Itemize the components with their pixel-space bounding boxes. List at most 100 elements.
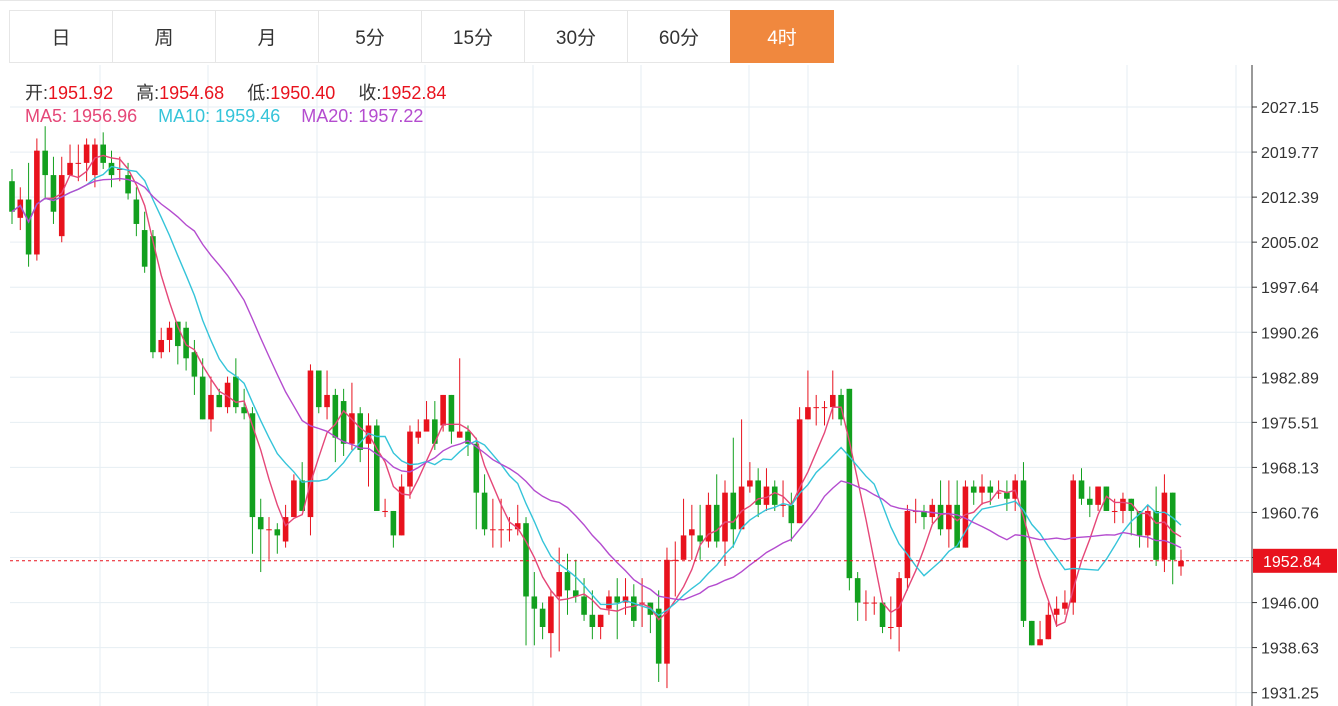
- candle-body: [689, 529, 695, 536]
- ma10-label: MA10:: [158, 106, 211, 126]
- candle-body: [506, 529, 513, 531]
- chart-grid: [10, 65, 1252, 706]
- candle-body: [481, 492, 488, 530]
- candle-body: [50, 175, 57, 212]
- candle-body: [631, 596, 637, 621]
- ma20-label: MA20:: [301, 106, 354, 126]
- candle-body: [423, 419, 430, 432]
- candle-body: [307, 370, 314, 518]
- candle-body: [315, 370, 322, 408]
- candle-body: [539, 608, 546, 628]
- candle-body: [564, 572, 571, 591]
- candle-body: [415, 431, 422, 438]
- close-label: 收:: [358, 83, 382, 103]
- candle-body: [42, 150, 48, 176]
- candle-body: [324, 394, 330, 408]
- candle-body: [133, 199, 140, 224]
- candle-body: [208, 394, 214, 420]
- ma10-line: [11, 165, 1182, 617]
- candle-body: [382, 510, 388, 512]
- candle-body: [67, 162, 73, 176]
- candle-body: [581, 596, 587, 615]
- candle-body: [183, 327, 189, 359]
- y-tick-label: 1931.25: [1261, 686, 1319, 703]
- candle-body: [100, 144, 106, 163]
- high-label: 高:: [136, 83, 160, 103]
- ohlc-readout: 开:1951.92 高:1954.68 低:1950.40 收:1952.84: [25, 79, 464, 105]
- candle-body: [1095, 486, 1101, 505]
- candle-body: [166, 327, 173, 340]
- price-axis: 2027.15 2019.77 2012.39 2005.02 1997.64 1990.…: [10, 65, 1337, 706]
- candle-body: [771, 486, 778, 505]
- y-tick-label: 2019.77: [1261, 145, 1319, 162]
- candle-body: [614, 596, 621, 603]
- candle-body: [25, 199, 32, 255]
- candle-body: [141, 230, 148, 267]
- candle-body: [440, 394, 446, 426]
- candle-body: [1004, 492, 1010, 499]
- y-tick-label: 1960.76: [1261, 505, 1319, 522]
- candle-body: [199, 376, 206, 420]
- candle-body: [730, 492, 737, 530]
- candle-body: [970, 486, 977, 493]
- candle-body: [1045, 614, 1052, 640]
- candle-body: [904, 510, 911, 579]
- candle-body: [1037, 639, 1043, 646]
- candle-body: [125, 175, 131, 194]
- candle-body: [680, 535, 687, 560]
- candle-body: [929, 504, 936, 518]
- candle-body: [158, 339, 165, 353]
- candle-body: [854, 578, 861, 603]
- candle-body: [722, 492, 728, 542]
- candle-body: [1120, 498, 1126, 511]
- candle-body: [523, 523, 529, 597]
- candle-body: [274, 529, 281, 536]
- candle-body: [1020, 480, 1027, 621]
- candle-body: [373, 425, 380, 511]
- candle-body: [291, 480, 297, 518]
- candle-body: [340, 401, 347, 444]
- y-tick-label: 1946.00: [1261, 596, 1319, 613]
- candle-body: [1161, 492, 1168, 560]
- candle-body: [606, 596, 612, 609]
- candle-body: [456, 431, 463, 438]
- candle-body: [788, 504, 795, 524]
- candle-body: [1028, 620, 1035, 646]
- candle-body: [1087, 498, 1093, 505]
- candle-body: [390, 510, 397, 536]
- ma-readout: MA5: 1956.96 MA10: 1959.46 MA20: 1957.22: [25, 106, 423, 127]
- candle-body: [871, 602, 878, 604]
- candle-body: [979, 486, 985, 493]
- candle-body: [9, 181, 15, 212]
- candle-body: [257, 517, 264, 530]
- ma20-value: 1957.22: [358, 106, 424, 126]
- ma5-label: MA5:: [25, 106, 68, 126]
- candle-body: [829, 394, 836, 408]
- y-tick-label: 1997.64: [1261, 280, 1319, 297]
- candle-body: [597, 614, 604, 628]
- low-value: 1950.40: [270, 83, 336, 103]
- open-label: 开:: [25, 83, 49, 103]
- candle-body: [1053, 608, 1060, 615]
- candle-body: [1062, 602, 1068, 609]
- ma5-value: 1956.96: [72, 106, 138, 126]
- candle-body: [83, 144, 90, 163]
- candle-body: [713, 504, 720, 542]
- candle-body: [216, 394, 223, 408]
- candle-body: [1078, 480, 1085, 499]
- moving-average-lines: [11, 154, 1182, 627]
- candle-body: [1178, 560, 1184, 567]
- y-tick-label: 1982.89: [1261, 370, 1319, 387]
- candle-body: [1153, 510, 1159, 560]
- candle-body: [332, 394, 339, 438]
- candle-body: [556, 572, 562, 597]
- candle-body: [821, 407, 828, 409]
- candle-body: [888, 627, 894, 629]
- y-tick-label: 2012.39: [1261, 190, 1319, 207]
- candle-body: [747, 480, 753, 487]
- candle-body: [589, 614, 596, 628]
- y-tick-label: 2027.15: [1261, 100, 1319, 117]
- candle-body: [58, 175, 65, 237]
- ma10-value: 1959.46: [215, 106, 281, 126]
- y-tick-label: 1975.51: [1261, 415, 1319, 432]
